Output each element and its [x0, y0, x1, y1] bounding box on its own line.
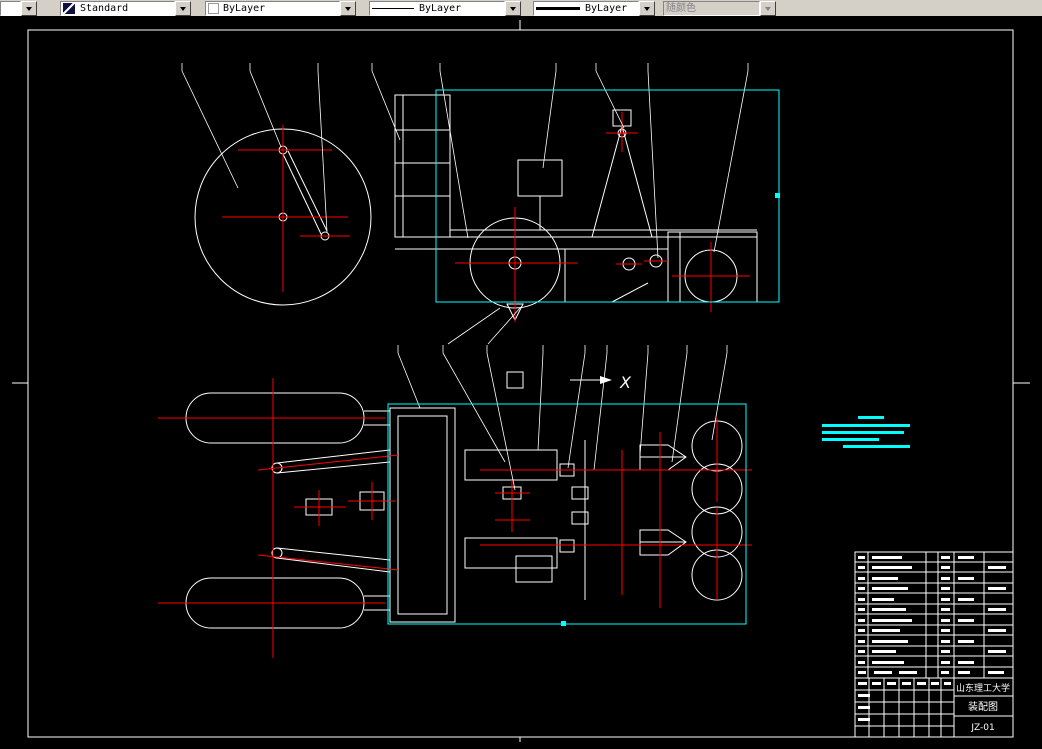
x-axis-label: X: [619, 373, 632, 392]
dropdown-arrow-icon[interactable]: [639, 1, 655, 16]
plan-view-geometry[interactable]: [185, 392, 743, 629]
layer-combo-field[interactable]: [0, 1, 21, 16]
organization-name: 山东理工大学: [956, 682, 1010, 694]
color-swatch-icon: [208, 3, 219, 14]
text-style-combo[interactable]: Standard: [60, 1, 191, 16]
leader-lines-top[interactable]: [181, 63, 749, 259]
drawing-title: 装配图: [968, 700, 998, 713]
side-view-centerlines[interactable]: [222, 112, 750, 322]
lineweight-control-combo[interactable]: ByLayer: [533, 1, 655, 16]
side-view-geometry[interactable]: [194, 94, 758, 322]
text-style-icon: [63, 3, 75, 14]
plotstyle-control-combo: 随颜色: [663, 1, 776, 16]
x-axis-marker[interactable]: X: [506, 371, 632, 392]
title-block-text: 山东理工大学 装配图 JZ-01: [956, 682, 1010, 733]
dropdown-arrow-icon[interactable]: [505, 1, 521, 16]
linetype-control-combo[interactable]: ByLayer: [369, 1, 521, 16]
linetype-control-value: ByLayer: [419, 3, 462, 14]
plotstyle-control-field: 随颜色: [663, 1, 760, 16]
lineweight-sample-icon: [536, 7, 580, 10]
color-control-combo[interactable]: ByLayer: [205, 1, 356, 16]
linetype-control-field[interactable]: ByLayer: [369, 1, 505, 16]
dropdown-arrow-icon[interactable]: [175, 1, 191, 16]
technical-notes-text[interactable]: [822, 416, 910, 448]
color-control-value: ByLayer: [223, 3, 266, 14]
color-control-field[interactable]: ByLayer: [205, 1, 340, 16]
linetype-sample-icon: [372, 8, 414, 9]
object-properties-toolbar: Standard ByLayer ByLayer ByLayer 随颜色: [0, 0, 1042, 17]
lineweight-control-field[interactable]: ByLayer: [533, 1, 639, 16]
plotstyle-control-value: 随颜色: [666, 3, 696, 14]
layer-combo-partial[interactable]: [0, 1, 37, 16]
dropdown-arrow-icon[interactable]: [21, 1, 37, 16]
text-style-value: Standard: [80, 3, 129, 14]
drawing-number: JZ-01: [970, 723, 994, 733]
drawing-canvas[interactable]: X 山东理工大学 装配图 JZ-01: [0, 16, 1042, 744]
text-style-field[interactable]: Standard: [60, 1, 175, 16]
dropdown-arrow-icon: [760, 1, 776, 16]
sheet-border[interactable]: [12, 20, 1030, 742]
lineweight-control-value: ByLayer: [585, 3, 628, 14]
dropdown-arrow-icon[interactable]: [340, 1, 356, 16]
